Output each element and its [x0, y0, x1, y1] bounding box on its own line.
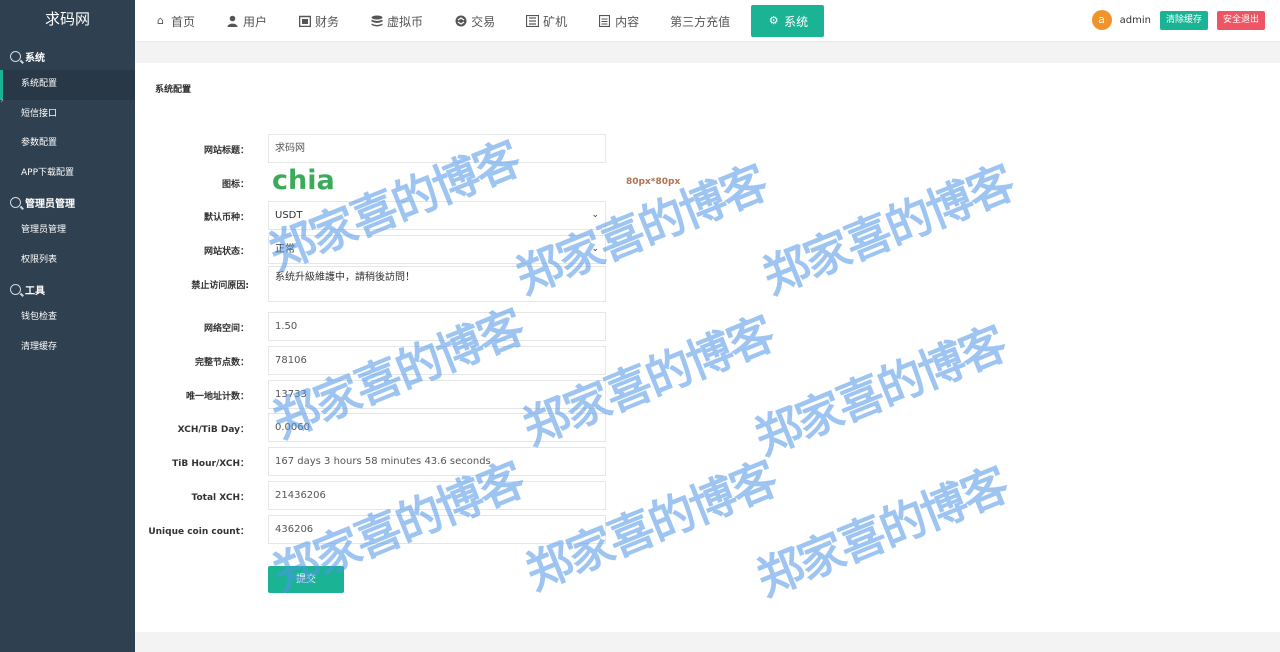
ban-reason-textarea[interactable]: 系统升級維護中，請稍後訪問！ [268, 266, 606, 302]
chia-logo[interactable]: chia [272, 165, 340, 196]
sidebar-group-tools[interactable]: 工具 [0, 275, 135, 303]
home-icon: ⌂ [157, 14, 164, 27]
ban-reason-label: 禁止访问原因: [191, 281, 249, 291]
unique-addr-input[interactable]: 13733 [268, 380, 606, 409]
nav-third-party-recharge[interactable]: 第三方充值 [670, 0, 730, 42]
sidebar-group-system[interactable]: 系统 [0, 42, 135, 70]
database-icon [370, 15, 383, 27]
nav-label: 虚拟币 [387, 14, 424, 29]
chevron-down-icon: ⌄ [591, 210, 599, 220]
exchange-icon [454, 15, 467, 27]
nav-label: 系统 [784, 14, 809, 29]
total-xch-label: Total XCH： [191, 493, 249, 503]
currency-label: 默认币种： [203, 213, 249, 223]
nav-label: 矿机 [543, 14, 568, 29]
nav-finance[interactable]: 财务 [298, 0, 339, 42]
sidebar-item-wallet-check[interactable]: 钱包检查 [0, 303, 135, 333]
sidebar-group-label: 管理员管理 [25, 198, 75, 210]
total-xch-input[interactable]: 21436206 [268, 481, 606, 510]
full-nodes-label: 完整节点数： [194, 358, 249, 368]
miner-icon [525, 14, 540, 28]
nav-crypto[interactable]: 虚拟币 [370, 0, 423, 42]
nav-content[interactable]: 内容 [598, 0, 639, 42]
submit-button[interactable]: 提交 [268, 566, 344, 593]
net-space-label: 网络空间： [203, 324, 249, 334]
chevron-down-icon: ⌄ [591, 244, 599, 254]
status-select[interactable]: 正常 ⌄ [268, 235, 606, 264]
sidebar-group-label: 工具 [25, 285, 45, 297]
xch-tib-input[interactable]: 0.0060 [268, 413, 606, 442]
page-title: 系统配置 [155, 85, 192, 95]
nav-miner[interactable]: 矿机 [525, 0, 568, 42]
nav-label: 财务 [315, 14, 340, 29]
config-panel: 系统配置 网站标题： 求码网 图标： chia 80px*80px 默认币种： … [135, 63, 1280, 632]
user-icon [226, 15, 239, 27]
tib-hour-input[interactable]: 167 days 3 hours 58 minutes 43.6 seconds [268, 447, 606, 476]
xch-tib-label: XCH/TiB Day： [177, 425, 249, 435]
sidebar-item-params[interactable]: 参数配置 [0, 129, 135, 159]
top-navbar: ⌂ 首页 用户 财务 虚拟币 交易 矿机 内容 第三方充值 ⚙ 系统 a adm… [135, 0, 1280, 42]
nav-label: 第三方充值 [670, 14, 731, 29]
nav-system[interactable]: ⚙ 系统 [751, 5, 825, 37]
search-icon [10, 196, 21, 208]
unique-coin-label: Unique coin count： [148, 527, 249, 537]
currency-value: USDT [275, 210, 303, 221]
logo-label: 图标： [221, 180, 249, 190]
sidebar-group-admin[interactable]: 管理员管理 [0, 188, 135, 216]
unique-coin-input[interactable]: 436206 [268, 515, 606, 544]
finance-icon [298, 15, 311, 28]
sidebar-item-system-config[interactable]: 系统配置 [0, 70, 135, 100]
clear-cache-button[interactable]: 清除缓存 [1159, 10, 1208, 30]
net-space-input[interactable]: 1.50 [268, 312, 606, 341]
sidebar-item-sms[interactable]: 短信接口 [0, 100, 135, 130]
nav-label: 首页 [171, 14, 196, 29]
nav-label: 交易 [471, 14, 496, 29]
nav-home[interactable]: ⌂ 首页 [154, 0, 195, 42]
tib-hour-label: TiB Hour/XCH： [172, 459, 249, 469]
search-icon [10, 283, 21, 295]
chevron-right-icon[interactable]: › [0, 95, 4, 106]
site-title-input[interactable]: 求码网 [268, 134, 606, 163]
sidebar-item-app-download[interactable]: APP下载配置 [0, 159, 135, 189]
avatar[interactable]: a [1091, 10, 1112, 30]
site-title-label: 网站标题： [203, 146, 249, 156]
nav-label: 用户 [243, 14, 268, 29]
nav-trade[interactable]: 交易 [454, 0, 495, 42]
search-icon [10, 50, 21, 62]
status-value: 正常 [275, 244, 295, 255]
currency-select[interactable]: USDT ⌄ [268, 201, 606, 230]
nav-label: 内容 [615, 14, 640, 29]
gear-icon: ⚙ [768, 14, 779, 27]
logout-button[interactable]: 安全退出 [1216, 10, 1265, 30]
sidebar-item-clear-cache[interactable]: 清理缓存 [0, 333, 135, 363]
sidebar-item-admins[interactable]: 管理员管理 [0, 216, 135, 246]
sidebar: 求码网 系统 系统配置 短信接口 参数配置 APP下载配置 管理员管理 管理员管… [0, 0, 135, 652]
username[interactable]: admin [1120, 15, 1151, 26]
nav-user[interactable]: 用户 [226, 0, 267, 42]
status-label: 网站状态： [203, 247, 249, 257]
content-icon [598, 14, 611, 28]
unique-addr-label: 唯一地址计数： [185, 392, 249, 402]
user-area: a admin 清除缓存 安全退出 [1091, 10, 1265, 30]
logo-size-hint: 80px*80px [626, 177, 681, 187]
brand-logo[interactable]: 求码网 [0, 0, 135, 42]
logo-text: chia [272, 167, 335, 193]
full-nodes-input[interactable]: 78106 [268, 346, 606, 375]
sidebar-item-permissions[interactable]: 权限列表 [0, 246, 135, 276]
sidebar-group-label: 系统 [25, 52, 45, 64]
